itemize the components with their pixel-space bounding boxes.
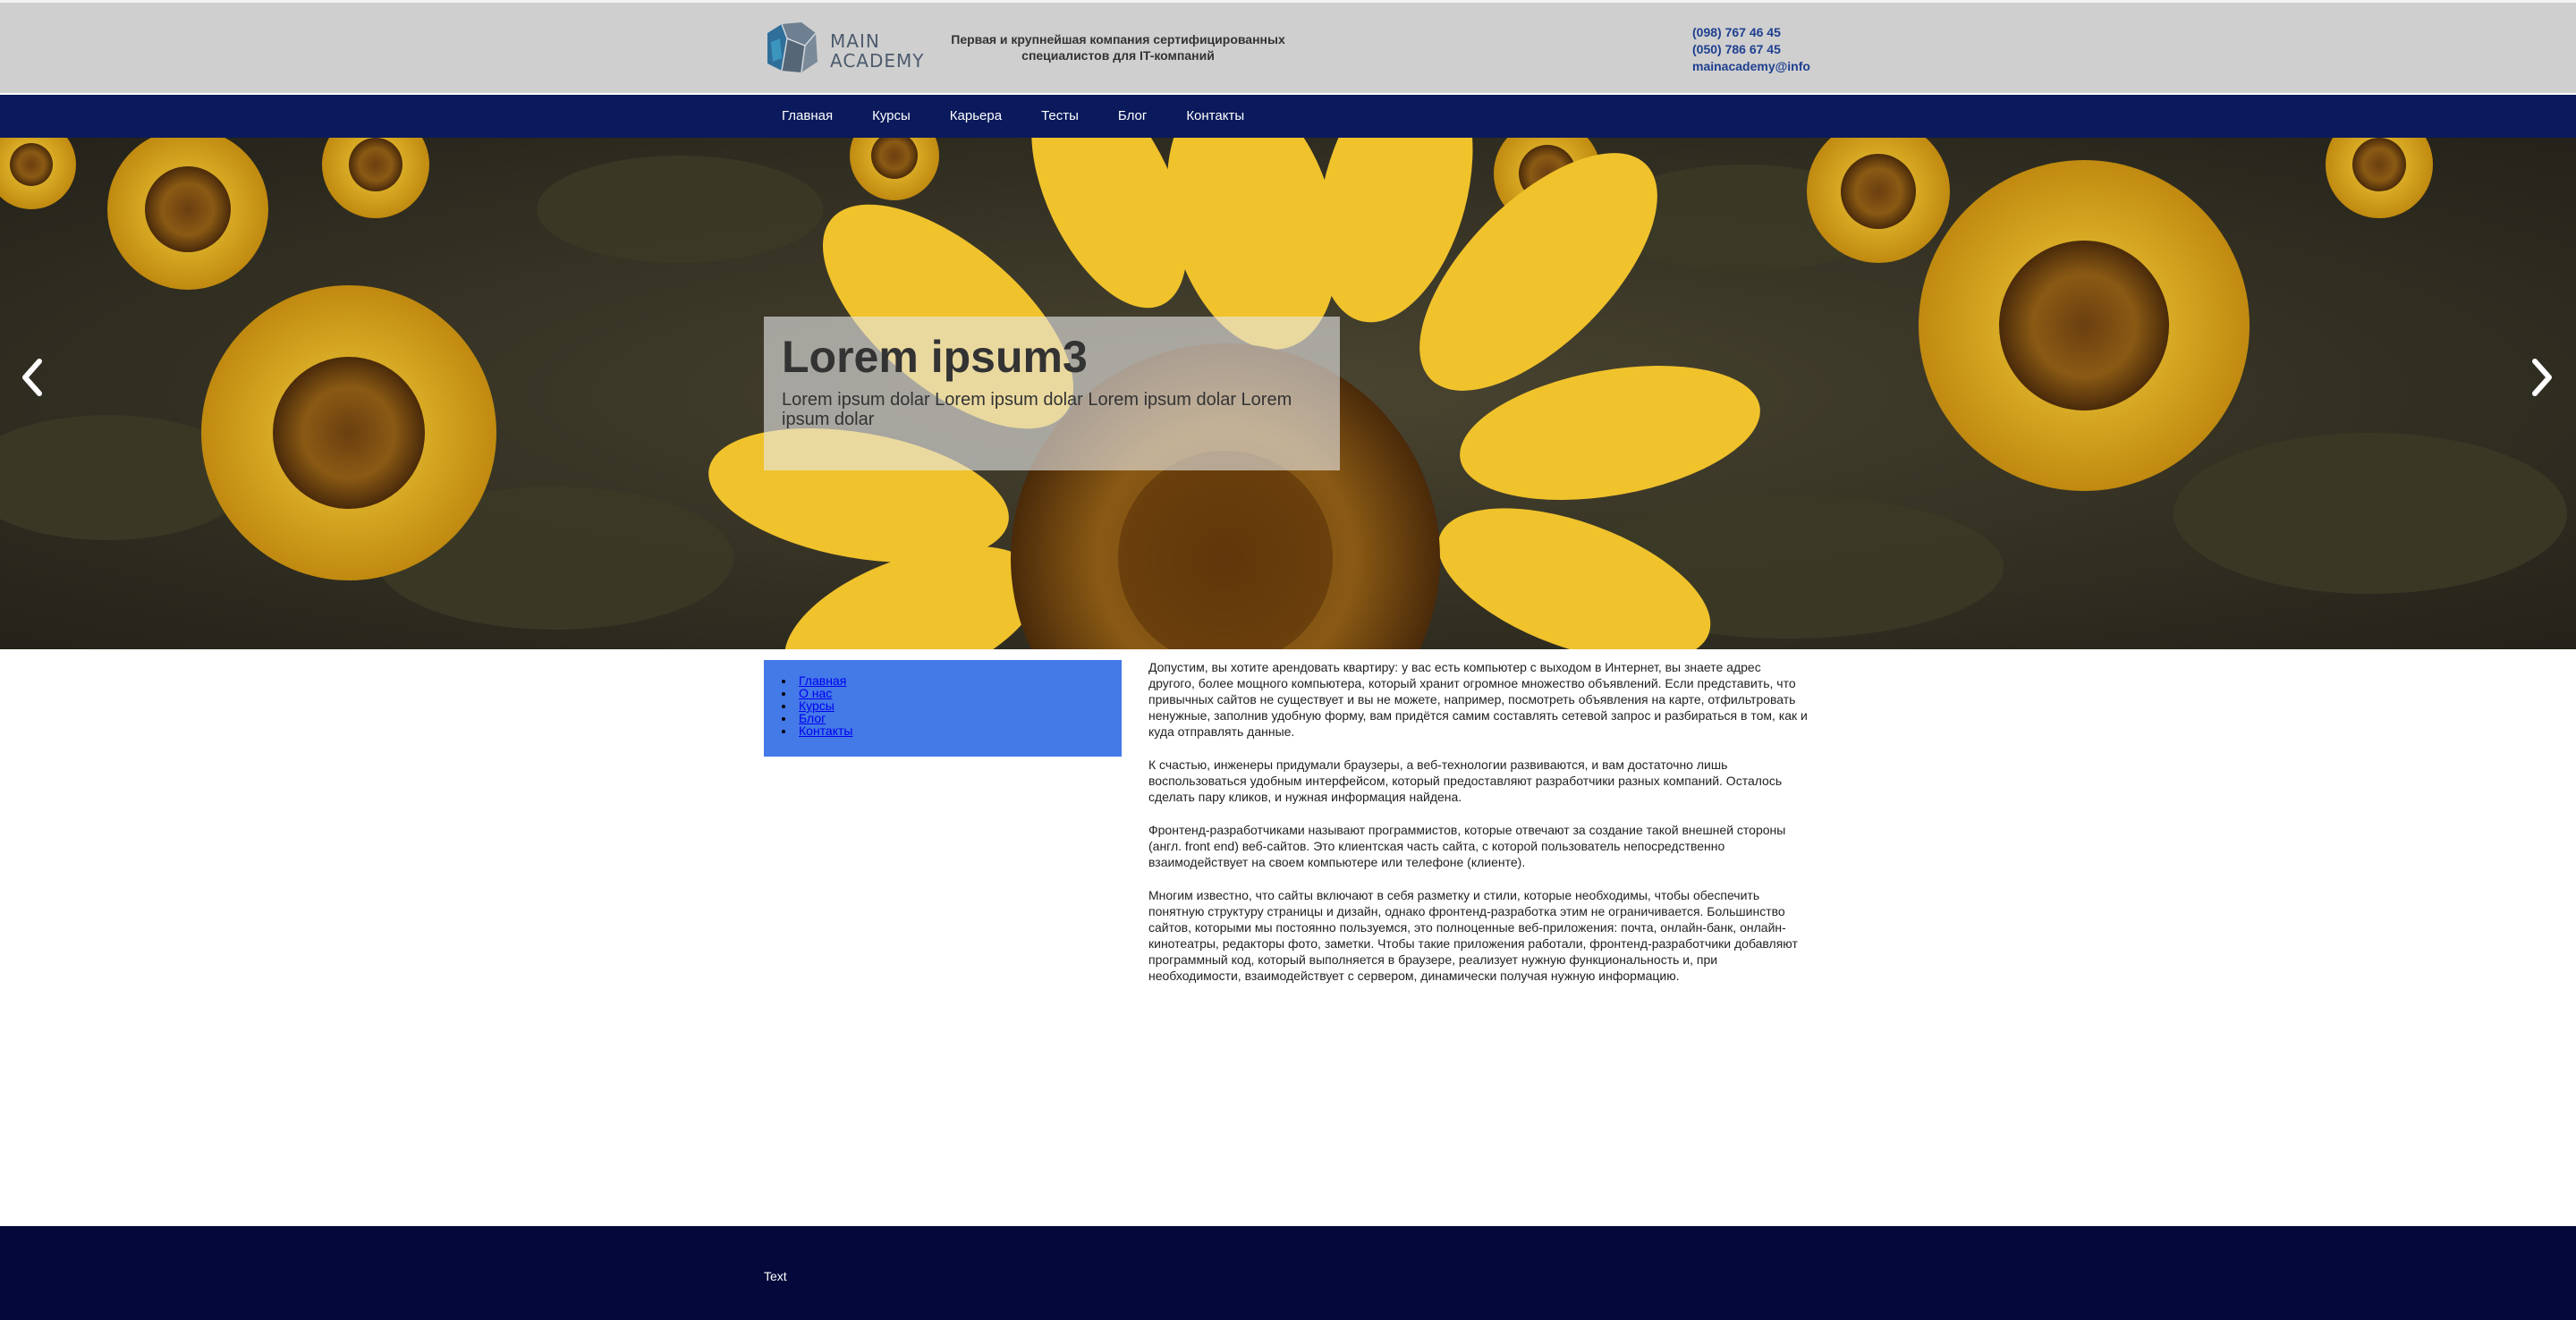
site-header: MAIN ACADEMY Первая и крупнейшая компани… <box>0 0 2576 93</box>
nav-list: Главная Курсы Карьера Тесты Блог Контакт… <box>762 95 1264 138</box>
logo-icon <box>767 22 818 73</box>
sidebar-item-home: Главная <box>782 674 1122 687</box>
site-footer: Text <box>0 1226 2576 1320</box>
logo-text-line2: ACADEMY <box>830 50 925 72</box>
article-paragraph-4: Многим известно, что сайты включают в се… <box>1148 888 1798 983</box>
sidebar-list: Главная О нас Курсы Блог Контакты <box>764 674 1122 737</box>
article-content: Допустим, вы хотите арендовать квартиру:… <box>1148 659 1810 1001</box>
carousel-title: Lorem ipsum3 <box>782 332 1088 382</box>
article-paragraph-3: Фронтенд-разработчиками называют програм… <box>1148 823 1786 869</box>
sidebar-menu: Главная О нас Курсы Блог Контакты <box>764 660 1122 757</box>
article-paragraph-1: Допустим, вы хотите арендовать квартиру:… <box>1148 660 1808 739</box>
sidebar-item-courses: Курсы <box>782 699 1122 712</box>
chevron-left-icon <box>22 359 42 396</box>
contact-info: (098) 767 46 45 (050) 786 67 45 mainacad… <box>1692 24 1810 75</box>
logo-text-line1: MAIN <box>830 30 880 52</box>
nav-item-contacts[interactable]: Контакты <box>1166 95 1264 138</box>
sidebar-item-blog: Блог <box>782 712 1122 724</box>
nav-item-career[interactable]: Карьера <box>930 95 1021 138</box>
main-academy-logo[interactable]: MAIN ACADEMY <box>762 21 924 78</box>
logo-text: MAIN ACADEMY <box>830 31 925 71</box>
phone-2[interactable]: (050) 786 67 45 <box>1692 41 1810 58</box>
carousel-text: Lorem ipsum dolar Lorem ipsum dolar Lore… <box>782 390 1292 429</box>
sidebar-item-about: О нас <box>782 687 1122 699</box>
main-navigation: Главная Курсы Карьера Тесты Блог Контакт… <box>0 95 2576 138</box>
carousel-prev-button[interactable] <box>14 356 50 399</box>
nav-item-tests[interactable]: Тесты <box>1021 95 1098 138</box>
carousel-next-button[interactable] <box>2524 356 2560 399</box>
carousel-caption: Lorem ipsum3 Lorem ipsum dolar Lorem ips… <box>764 317 1340 470</box>
chevron-right-icon <box>2532 359 2552 396</box>
sidebar-link-contacts[interactable]: Контакты <box>799 723 852 738</box>
sidebar-item-contacts: Контакты <box>782 724 1122 737</box>
nav-item-home[interactable]: Главная <box>762 95 852 138</box>
tagline-line1: Первая и крупнейшая компания сертифициро… <box>951 32 1285 47</box>
nav-item-courses[interactable]: Курсы <box>852 95 930 138</box>
tagline-line2: специалистов для IT-компаний <box>1021 48 1215 63</box>
nav-item-blog[interactable]: Блог <box>1098 95 1166 138</box>
email-link[interactable]: mainacademy@info <box>1692 58 1810 75</box>
hero-carousel: Lorem ipsum3 Lorem ipsum dolar Lorem ips… <box>0 138 2576 649</box>
footer-text: Text <box>764 1269 787 1283</box>
company-tagline: Первая и крупнейшая компания сертифициро… <box>930 31 1306 63</box>
phone-1[interactable]: (098) 767 46 45 <box>1692 24 1810 41</box>
article-paragraph-2: К счастью, инженеры придумали браузеры, … <box>1148 757 1783 804</box>
